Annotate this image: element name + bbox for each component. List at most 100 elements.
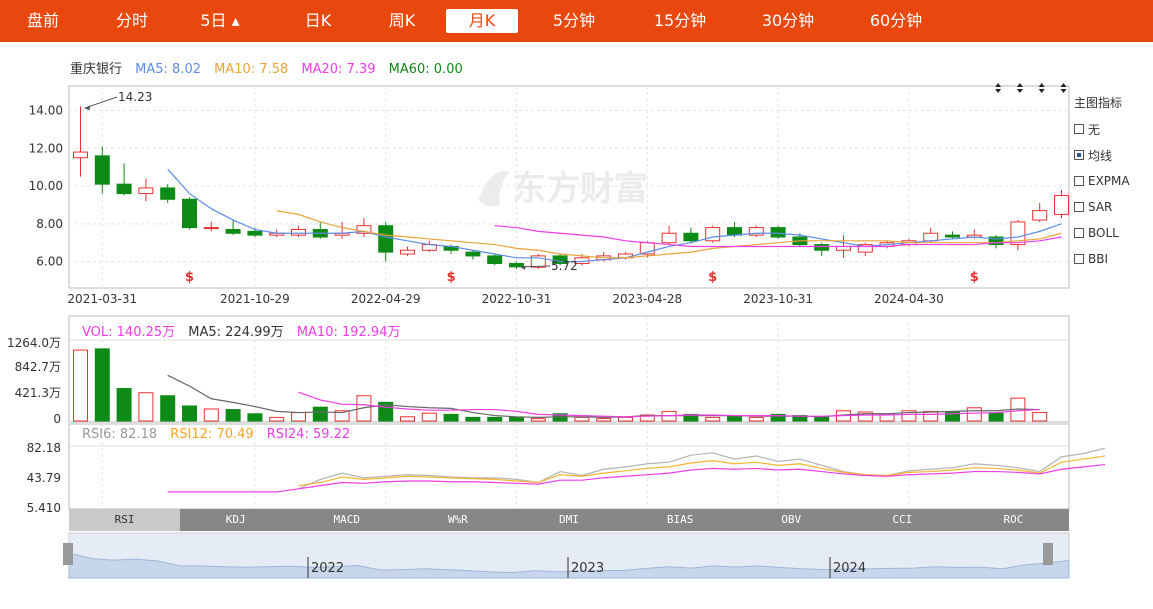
volume-bar	[988, 412, 1004, 422]
indicator-option-2[interactable]: 均线	[1074, 146, 1152, 164]
candle-body	[378, 225, 394, 253]
navigator-left-handle[interactable]	[63, 543, 73, 565]
indicator-option-4[interactable]: SAR	[1074, 198, 1152, 216]
candle-body	[247, 230, 263, 236]
indicator-tab-roc[interactable]: ROC	[958, 509, 1069, 531]
time-tick-label: 2023-04-28	[612, 292, 682, 306]
candle-body	[94, 155, 110, 185]
indicator-tab-rsi[interactable]: RSI	[69, 509, 181, 531]
volume-bar	[487, 416, 503, 422]
vol-legend-ma10: MA10: 192.94万	[296, 325, 401, 340]
volume-bar	[618, 416, 633, 422]
candle-body	[770, 227, 786, 238]
dividend-icon[interactable]: $	[970, 270, 979, 285]
indicator-option-5[interactable]: BOLL	[1074, 224, 1152, 242]
indicator-tab-obv[interactable]: OBV	[736, 509, 847, 531]
checkbox-icon[interactable]	[1074, 124, 1084, 134]
time-tick-label: 2022-04-29	[351, 292, 421, 306]
indicator-tab-bar: RSI KDJ MACD W%R DMI BIAS OBV CCI ROC	[69, 509, 1069, 531]
candle-body	[683, 232, 699, 242]
indicator-option-1[interactable]: 无	[1074, 120, 1152, 138]
price-tick-label: 8.00	[36, 217, 63, 231]
candle-body	[945, 234, 960, 238]
volume-bar	[203, 408, 219, 422]
dividend-icon[interactable]: $	[185, 270, 194, 285]
volume-tick-label: 421.3万	[15, 386, 61, 400]
rsi-legend-rsi6: RSI6: 82.18	[82, 427, 158, 442]
navigator-right-handle[interactable]	[1043, 543, 1053, 565]
indicator-tab-cci[interactable]: CCI	[847, 509, 958, 531]
indicator-tab-wr[interactable]: W%R	[402, 509, 513, 531]
volume-bar	[94, 348, 110, 422]
checkbox-icon[interactable]	[1074, 202, 1084, 212]
event-marker-icon[interactable]	[1038, 83, 1045, 93]
candle-body	[661, 232, 677, 244]
time-tick-label: 2021-03-31	[67, 292, 137, 306]
candle-body	[1032, 210, 1048, 221]
rsi-tick-label: 43.79	[27, 471, 61, 485]
volume-bar	[312, 406, 328, 422]
volume-bar	[182, 405, 197, 422]
volume-bar	[727, 415, 742, 422]
candle-body	[487, 255, 503, 264]
dividend-icon[interactable]: $	[447, 270, 456, 285]
event-marker-icon[interactable]	[1016, 83, 1023, 93]
navigator-year-label: 2023	[571, 561, 604, 576]
indicator-option-6[interactable]: BBI	[1074, 250, 1152, 268]
indicator-tab-dmi[interactable]: DMI	[513, 509, 624, 531]
watermark: 东方财富	[478, 169, 648, 209]
rsi-tick-label: 5.410	[27, 501, 61, 515]
volume-bar	[443, 413, 459, 422]
high-price-label: 14.23	[118, 90, 152, 104]
volume-bar	[400, 416, 415, 422]
rsi-legend-rsi12: RSI12: 70.49	[170, 427, 254, 442]
volume-bar	[225, 409, 241, 422]
dividend-icon[interactable]: $	[708, 270, 717, 285]
time-tick-label: 2022-10-31	[482, 292, 552, 306]
volume-bar	[465, 416, 481, 422]
price-tick-label: 6.00	[36, 255, 63, 269]
checkbox-icon[interactable]	[1074, 254, 1084, 264]
event-marker-icon[interactable]	[1060, 83, 1067, 93]
time-tick-label: 2021-10-29	[220, 292, 290, 306]
volume-bar	[748, 416, 764, 422]
checkbox-icon[interactable]	[1074, 228, 1084, 238]
volume-bar	[530, 418, 546, 422]
price-tick-label: 10.00	[29, 179, 63, 193]
candle-body	[291, 228, 306, 236]
indicator-option-label: 无	[1088, 122, 1101, 137]
volume-bar	[291, 412, 306, 422]
event-marker-shape	[1038, 83, 1045, 93]
main-indicator-panel: 主图指标 无均线 EXPMA SAR BOLL BBI	[1074, 94, 1152, 276]
volume-bar	[596, 418, 612, 422]
volume-bar	[73, 349, 88, 422]
candle-body	[116, 183, 132, 195]
checkbox-icon[interactable]	[1074, 150, 1084, 160]
indicator-option-label: 均线	[1088, 148, 1113, 163]
volume-bar	[574, 416, 590, 422]
volume-bar	[269, 416, 285, 422]
event-marker-icon[interactable]	[995, 83, 1002, 93]
indicator-tab-kdj[interactable]: KDJ	[180, 509, 291, 531]
price-tick-label: 12.00	[29, 141, 63, 155]
checkbox-icon[interactable]	[1074, 176, 1084, 186]
indicator-tab-macd[interactable]: MACD	[291, 509, 402, 531]
candle-body	[182, 198, 197, 229]
low-price-label: 5.72	[551, 259, 578, 273]
candle-body	[727, 227, 742, 236]
candle-body	[1054, 194, 1069, 215]
candle-body	[160, 187, 176, 200]
vol-legend-ma5: MA5: 224.99万	[188, 325, 284, 340]
candle-body	[814, 244, 830, 251]
watermark-text: 东方财富	[512, 169, 648, 209]
rsi-legend-rsi24: RSI24: 59.22	[266, 427, 351, 442]
indicator-option-3[interactable]: EXPMA	[1074, 172, 1152, 190]
indicator-tab-bias[interactable]: BIAS	[625, 509, 736, 531]
candle-body	[203, 227, 219, 230]
candle-body	[138, 187, 154, 195]
volume-bar	[138, 392, 154, 422]
volume-legend: VOL: 140.25万 MA5: 224.99万 MA10: 192.94万	[82, 321, 400, 340]
candle-body	[73, 151, 88, 159]
candle-body	[923, 232, 939, 242]
volume-bar	[1032, 412, 1048, 422]
